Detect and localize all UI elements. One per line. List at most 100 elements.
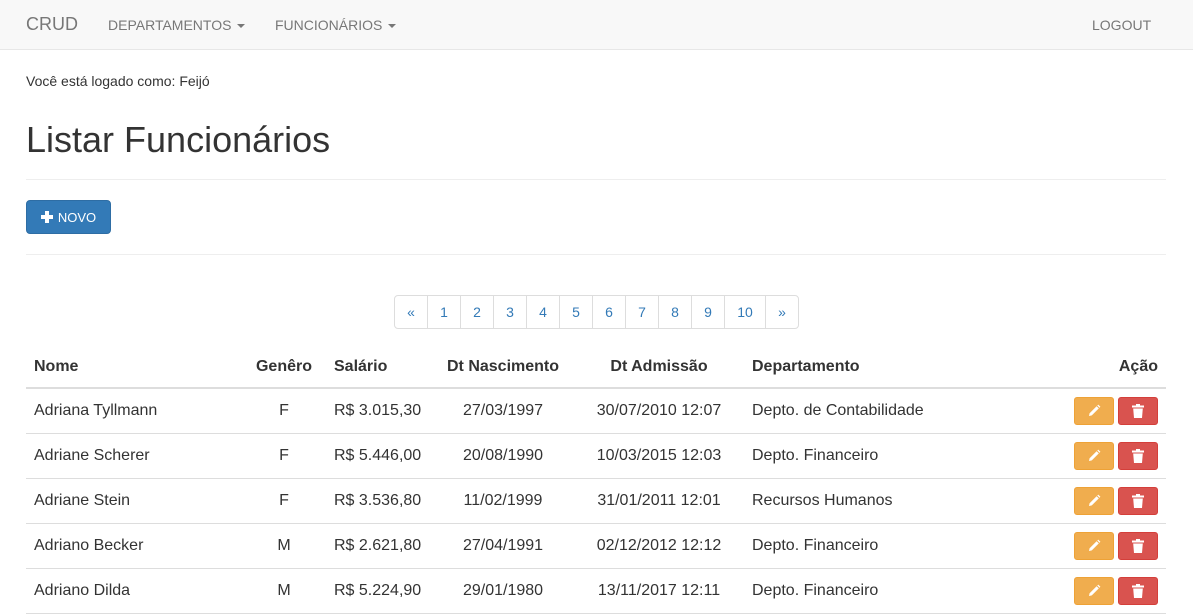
col-departamento: Departamento [744,346,1014,389]
trash-icon [1132,448,1144,463]
cell-salario: R$ 2.621,80 [326,523,432,569]
edit-button[interactable] [1074,396,1114,425]
caret-down-icon [237,24,246,29]
cell-genero: F [242,388,326,434]
col-dt-nascimento: Dt Nascimento [432,346,574,389]
brand-link[interactable]: CRUD [26,14,78,35]
pagination: « 1 2 3 4 5 6 7 8 9 10 » [394,295,799,329]
divider [26,254,1166,255]
funcionarios-menu[interactable]: FUNCIONÁRIOS [275,17,397,33]
cell-acao [1014,568,1166,614]
cell-nome: Adriano Becker [26,523,242,569]
cell-acao [1014,478,1166,524]
pagination-page[interactable]: 6 [592,295,626,329]
navbar: CRUD DEPARTAMENTOS FUNCIONÁRIOS LOGOUT [0,0,1193,50]
col-dt-admissao: Dt Admissão [574,346,744,389]
pagination-page[interactable]: 8 [658,295,692,329]
table-row: Adriano Becker M R$ 2.621,80 27/04/1991 02/1… [26,523,1166,569]
col-genero: Genêro [242,346,326,389]
cell-dt-admissao: 10/03/2015 12:03 [574,433,744,479]
pencil-icon [1087,539,1101,553]
funcionarios-menu-label: FUNCIONÁRIOS [275,17,383,33]
cell-salario: R$ 3.015,30 [326,388,432,434]
cell-genero: F [242,433,326,479]
pagination-page[interactable]: 4 [526,295,560,329]
trash-icon [1132,538,1144,553]
pencil-icon [1087,449,1101,463]
logged-user-text: Você está logado como: Feijó [26,73,210,89]
departamentos-menu-label: DEPARTAMENTOS [108,17,232,33]
trash-icon [1132,403,1144,418]
plus-icon [40,211,53,223]
table-header-row: Nome Genêro Salário Dt Nascimento Dt Adm… [26,346,1166,389]
pagination-page[interactable]: 1 [427,295,461,329]
table-row: Adriane Stein F R$ 3.536,80 11/02/1999 31/01… [26,478,1166,524]
logout-link[interactable]: LOGOUT [1092,17,1151,33]
delete-button[interactable] [1118,486,1158,515]
cell-dt-nascimento: 11/02/1999 [432,478,574,524]
cell-salario: R$ 3.536,80 [326,478,432,524]
cell-dt-admissao: 30/07/2010 12:07 [574,388,744,434]
pagination-prev[interactable]: « [394,295,428,329]
cell-acao [1014,523,1166,569]
row-actions [1074,576,1158,605]
cell-departamento: Depto. Financeiro [744,568,1014,614]
caret-down-icon [388,24,397,29]
cell-dt-nascimento: 20/08/1990 [432,433,574,479]
pencil-icon [1087,494,1101,508]
departamentos-menu[interactable]: DEPARTAMENTOS [108,17,246,33]
col-nome: Nome [26,346,242,389]
col-salario: Salário [326,346,432,389]
pagination-page[interactable]: 5 [559,295,593,329]
edit-button[interactable] [1074,576,1114,605]
cell-dt-nascimento: 27/04/1991 [432,523,574,569]
row-actions [1074,531,1158,560]
cell-salario: R$ 5.224,90 [326,568,432,614]
table-row: Adriana Tyllmann F R$ 3.015,30 27/03/1997 30… [26,388,1166,434]
cell-genero: F [242,478,326,524]
employees-table: Nome Genêro Salário Dt Nascimento Dt Adm… [26,346,1166,614]
new-button-label: NOVO [57,209,97,225]
row-actions [1074,396,1158,425]
cell-departamento: Depto. Financeiro [744,523,1014,569]
edit-button[interactable] [1074,486,1114,515]
pagination-page[interactable]: 10 [724,295,766,329]
cell-nome: Adriane Stein [26,478,242,524]
delete-button[interactable] [1118,396,1158,425]
cell-departamento: Recursos Humanos [744,478,1014,524]
pencil-icon [1087,584,1101,598]
col-acao: Ação [1014,346,1166,389]
cell-departamento: Depto. Financeiro [744,433,1014,479]
cell-genero: M [242,568,326,614]
pagination-page[interactable]: 9 [691,295,725,329]
pagination-page[interactable]: 3 [493,295,527,329]
divider [26,179,1166,180]
cell-dt-admissao: 02/12/2012 12:12 [574,523,744,569]
cell-genero: M [242,523,326,569]
cell-nome: Adriano Dilda [26,568,242,614]
new-button[interactable]: NOVO [26,200,111,234]
delete-button[interactable] [1118,531,1158,560]
edit-button[interactable] [1074,441,1114,470]
cell-departamento: Depto. de Contabilidade [744,388,1014,434]
trash-icon [1132,493,1144,508]
cell-dt-admissao: 13/11/2017 12:11 [574,568,744,614]
trash-icon [1132,583,1144,598]
cell-dt-nascimento: 27/03/1997 [432,388,574,434]
cell-dt-admissao: 31/01/2011 12:01 [574,478,744,524]
delete-button[interactable] [1118,576,1158,605]
pencil-icon [1087,404,1101,418]
pagination-page[interactable]: 2 [460,295,494,329]
pagination-page[interactable]: 7 [625,295,659,329]
table-row: Adriano Dilda M R$ 5.224,90 29/01/1980 13/11… [26,568,1166,614]
row-actions [1074,441,1158,470]
cell-dt-nascimento: 29/01/1980 [432,568,574,614]
cell-acao [1014,388,1166,434]
cell-salario: R$ 5.446,00 [326,433,432,479]
cell-nome: Adriana Tyllmann [26,388,242,434]
edit-button[interactable] [1074,531,1114,560]
page-title: Listar Funcionários [26,119,331,160]
pagination-next[interactable]: » [765,295,799,329]
cell-nome: Adriane Scherer [26,433,242,479]
delete-button[interactable] [1118,441,1158,470]
